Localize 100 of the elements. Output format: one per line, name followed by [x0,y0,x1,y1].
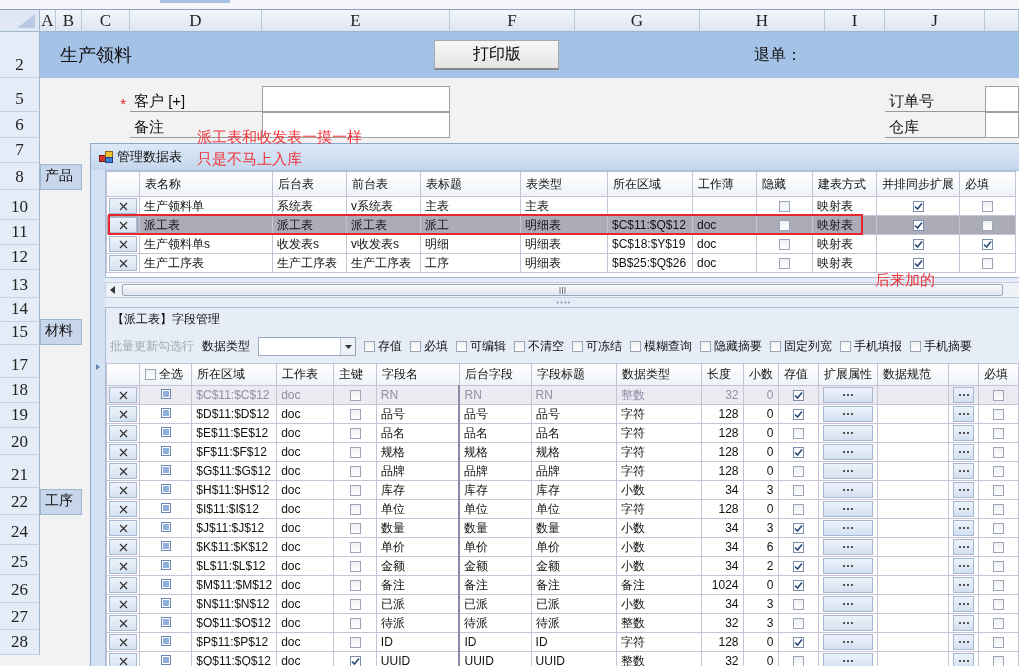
column-header[interactable]: 表名称 [139,171,273,197]
row-header[interactable]: 24 [0,515,40,545]
column-header[interactable]: 后台字段 [459,363,532,386]
checkbox[interactable] [792,656,804,666]
row-header[interactable]: 11 [0,220,40,245]
field-row[interactable]: $E$11:$E$12 doc 品名 品名 品名 字符 128 0 [106,423,1019,443]
checkbox[interactable] [792,447,804,459]
field-row[interactable]: $K$11:$K$12 doc 单价 单价 单价 小数 34 6 [106,537,1019,557]
checkbox[interactable] [792,599,804,611]
row-header[interactable]: 14 [0,298,40,322]
more-button[interactable] [953,596,974,612]
column-header[interactable]: 表标题 [420,171,521,197]
checkbox[interactable] [770,341,781,352]
checkbox[interactable] [779,201,790,213]
row-header[interactable]: 21 [0,455,40,488]
checkbox[interactable] [992,466,1004,478]
column-header[interactable]: 前台表 [346,171,421,197]
print-button[interactable]: 打印版 [434,40,559,70]
checkbox[interactable] [912,201,924,213]
more-button[interactable] [953,634,974,650]
section-tab[interactable]: 工序 [40,489,82,515]
checkbox[interactable] [992,599,1004,611]
checkbox[interactable] [456,341,467,352]
more-button[interactable] [953,406,974,422]
delete-button[interactable] [109,653,137,666]
column-header[interactable]: 工作表 [276,363,334,386]
type-dropdown[interactable] [258,337,356,356]
column-header[interactable]: 工作薄 [692,171,757,197]
more-button[interactable] [953,653,974,666]
select-all-corner[interactable] [0,10,40,32]
row-header[interactable]: 17 [0,345,40,378]
field-row[interactable]: $M$11:$M$12 doc 备注 备注 备注 备注 1024 0 [106,575,1019,595]
column-header[interactable]: 必填 [959,171,1016,197]
checkbox[interactable] [514,341,525,352]
row-header[interactable]: 18 [0,378,40,403]
more-button[interactable] [953,482,974,498]
checkbox[interactable] [792,428,804,440]
field-row[interactable]: $F$11:$F$12 doc 规格 规格 规格 字符 128 0 [106,442,1019,462]
column-header[interactable]: 所在区域 [191,363,277,386]
more-button[interactable] [953,520,974,536]
checkbox[interactable] [792,561,804,573]
checkbox[interactable] [992,656,1004,666]
field-row[interactable]: $D$11:$D$12 doc 品号 品号 品号 字符 128 0 [106,404,1019,424]
field-row[interactable]: $P$11:$P$12 doc ID ID ID 字符 128 0 [106,632,1019,652]
checkbox[interactable] [792,618,804,630]
checkbox[interactable] [982,220,993,232]
row-header[interactable]: 19 [0,403,40,428]
delete-button[interactable] [109,425,137,441]
column-header[interactable]: 数据类型 [616,363,702,386]
checkbox[interactable] [349,447,361,459]
more-button[interactable] [953,501,974,517]
section-tab[interactable]: 材料 [40,319,82,345]
column-header[interactable]: 主键 [333,363,377,386]
more-button[interactable] [953,615,974,631]
checkbox[interactable] [349,580,361,592]
table-row[interactable]: 生产领料单 系统表 v系统表 主表 主表 映射表 [106,196,1016,216]
delete-button[interactable] [109,482,137,498]
row-header[interactable]: 27 [0,603,40,630]
column-header[interactable]: E [262,10,450,32]
row-header[interactable]: 7 [0,138,40,163]
checkbox[interactable] [992,561,1004,573]
column-header[interactable]: H [700,10,825,32]
checkbox[interactable] [982,258,993,270]
column-header[interactable]: D [130,10,262,32]
checkbox[interactable] [779,258,790,270]
input-field[interactable] [985,112,1019,138]
delete-button[interactable] [109,615,137,631]
column-header[interactable]: 字段名 [376,363,460,386]
column-header[interactable]: I [825,10,885,32]
checkbox[interactable] [349,656,361,666]
checkbox[interactable] [982,201,993,213]
checkbox[interactable] [349,504,361,516]
checkbox[interactable] [792,504,804,516]
checkbox[interactable] [792,409,804,421]
column-header[interactable]: 所在区域 [607,171,693,197]
checkbox[interactable] [349,485,361,497]
row-header[interactable]: 28 [0,630,40,655]
checkbox[interactable] [572,341,583,352]
checkbox[interactable] [349,466,361,478]
row-header[interactable]: 15 [0,322,40,345]
checkbox[interactable] [630,341,641,352]
column-header[interactable]: 表类型 [520,171,608,197]
more-button[interactable] [953,539,974,555]
checkbox[interactable] [349,561,361,573]
field-row[interactable]: $H$11:$H$12 doc 库存 库存 库存 小数 34 3 [106,480,1019,500]
checkbox[interactable] [992,637,1004,649]
more-button[interactable] [953,577,974,593]
delete-button[interactable] [109,236,137,252]
field-row[interactable]: $I$11:$I$12 doc 单位 单位 单位 字符 128 0 [106,499,1019,519]
column-header[interactable]: 隐藏 [756,171,813,197]
delete-button[interactable] [109,198,137,214]
field-row[interactable]: $G$11:$G$12 doc 品牌 品牌 品牌 字符 128 0 [106,461,1019,481]
row-header[interactable]: 5 [0,78,40,112]
checkbox[interactable] [982,239,993,251]
row-header[interactable]: 25 [0,545,40,575]
checkbox[interactable] [992,504,1004,516]
checkbox[interactable] [912,258,924,270]
column-header[interactable]: 字段标题 [531,363,617,386]
checkbox[interactable] [840,341,851,352]
row-header[interactable]: 22 [0,488,40,515]
